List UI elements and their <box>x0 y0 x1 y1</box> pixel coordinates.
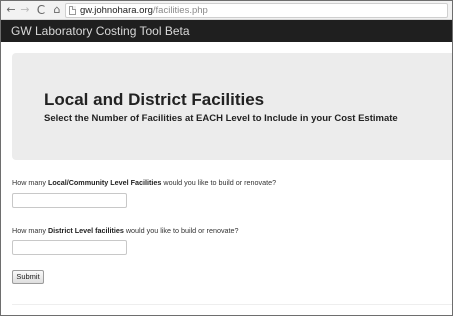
page-icon <box>69 6 76 15</box>
label-suffix: would you like to build or renovate? <box>123 226 239 235</box>
reload-icon[interactable]: C <box>34 3 48 17</box>
label-prefix: How many <box>12 226 48 235</box>
footer-divider <box>12 304 452 305</box>
local-facilities-input[interactable] <box>12 193 127 208</box>
page-subtitle: Select the Number of Facilities at EACH … <box>44 113 398 124</box>
label-emphasis: District Level facilities <box>47 226 124 235</box>
browser-toolbar: ← → C ⌂ gw.johnohara.org/facilities.php <box>1 1 452 20</box>
page-title: Local and District Facilities <box>44 90 265 109</box>
url-path: /facilities.php <box>152 5 208 16</box>
label-suffix: would you like to build or renovate? <box>161 178 277 187</box>
address-bar[interactable]: gw.johnohara.org/facilities.php <box>65 3 448 18</box>
local-facilities-label: How many Local/Community Level Facilitie… <box>12 178 276 187</box>
back-arrow-icon[interactable]: ← <box>4 3 18 17</box>
forward-arrow-icon[interactable]: → <box>18 3 32 17</box>
hero-panel: Local and District Facilities Select the… <box>12 53 452 160</box>
district-facilities-label: How many District Level facilities would… <box>12 226 239 235</box>
url-text: gw.johnohara.org/facilities.php <box>80 5 208 17</box>
label-emphasis: Local/Community Level Facilities <box>47 178 162 187</box>
label-prefix: How many <box>12 178 48 187</box>
home-icon[interactable]: ⌂ <box>50 3 64 17</box>
submit-button[interactable]: Submit <box>12 270 44 284</box>
district-facilities-input[interactable] <box>12 240 127 255</box>
url-host: gw.johnohara.org <box>80 5 153 16</box>
browser-window: ← → C ⌂ gw.johnohara.org/facilities.php … <box>0 0 453 316</box>
app-brand-link[interactable]: GW Laboratory Costing Tool Beta <box>11 24 190 38</box>
app-navbar: GW Laboratory Costing Tool Beta <box>1 20 452 42</box>
